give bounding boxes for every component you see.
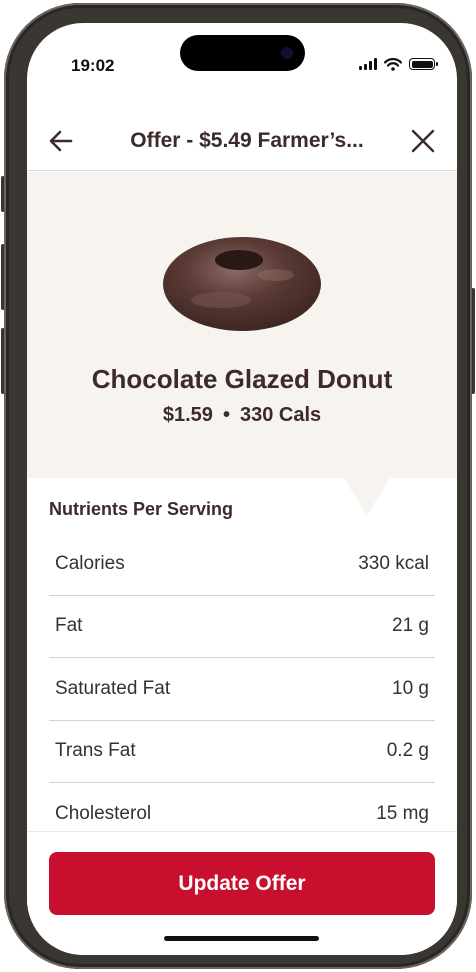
nutrient-row: Fat 21 g	[49, 596, 435, 658]
nutrient-value: 330 kcal	[358, 552, 429, 574]
nutrient-label: Fat	[55, 615, 83, 637]
status-icons	[359, 57, 438, 71]
nutrient-label: Cholesterol	[55, 802, 152, 824]
product-calories: 330 Cals	[239, 404, 322, 426]
offer-header: Offer - $5.49 Farmer’s...	[27, 111, 457, 171]
product-name: Chocolate Glazed Donut	[91, 364, 393, 394]
product-hero: Chocolate Glazed Donut $1.59 • 330 Cals	[27, 172, 457, 478]
update-offer-button[interactable]: Update Offer	[49, 852, 435, 915]
product-meta: $1.59 • 330 Cals	[27, 404, 457, 427]
nutrient-label: Trans Fat	[55, 740, 136, 762]
hero-pointer	[343, 477, 391, 515]
nutrients-heading: Nutrients Per Serving	[49, 499, 234, 519]
close-icon[interactable]	[409, 127, 437, 155]
app-screen: 19:02 Offer - $5.49 Farmer’s... Chocolat…	[27, 23, 457, 955]
nutrient-value: 21 g	[392, 615, 429, 637]
dynamic-island	[180, 35, 305, 71]
nutrient-row: Saturated Fat 10 g	[49, 658, 435, 721]
nutrient-label: Saturated Fat	[55, 677, 171, 699]
nutrient-list: Calories 330 kcal Fat 21 g Saturated Fat…	[49, 533, 435, 846]
back-arrow-icon[interactable]	[47, 127, 75, 155]
phone-frame: 19:02 Offer - $5.49 Farmer’s... Chocolat…	[4, 3, 472, 969]
wifi-icon	[384, 57, 402, 71]
cellular-signal-icon	[359, 58, 377, 70]
home-indicator[interactable]	[164, 936, 319, 941]
nutrient-value: 10 g	[392, 677, 429, 699]
nutrient-value: 0.2 g	[386, 740, 429, 762]
page-title: Offer - $5.49 Farmer’s...	[130, 129, 364, 152]
nutrient-label: Calories	[55, 552, 125, 574]
nutrient-value: 15 mg	[376, 802, 429, 824]
nutrient-row: Calories 330 kcal	[49, 533, 435, 596]
separator-dot: •	[222, 404, 230, 426]
status-time: 19:02	[71, 56, 115, 75]
donut-image	[163, 237, 321, 331]
nutrient-row: Trans Fat 0.2 g	[49, 721, 435, 783]
battery-icon	[409, 58, 438, 70]
product-price: $1.59	[162, 404, 213, 426]
